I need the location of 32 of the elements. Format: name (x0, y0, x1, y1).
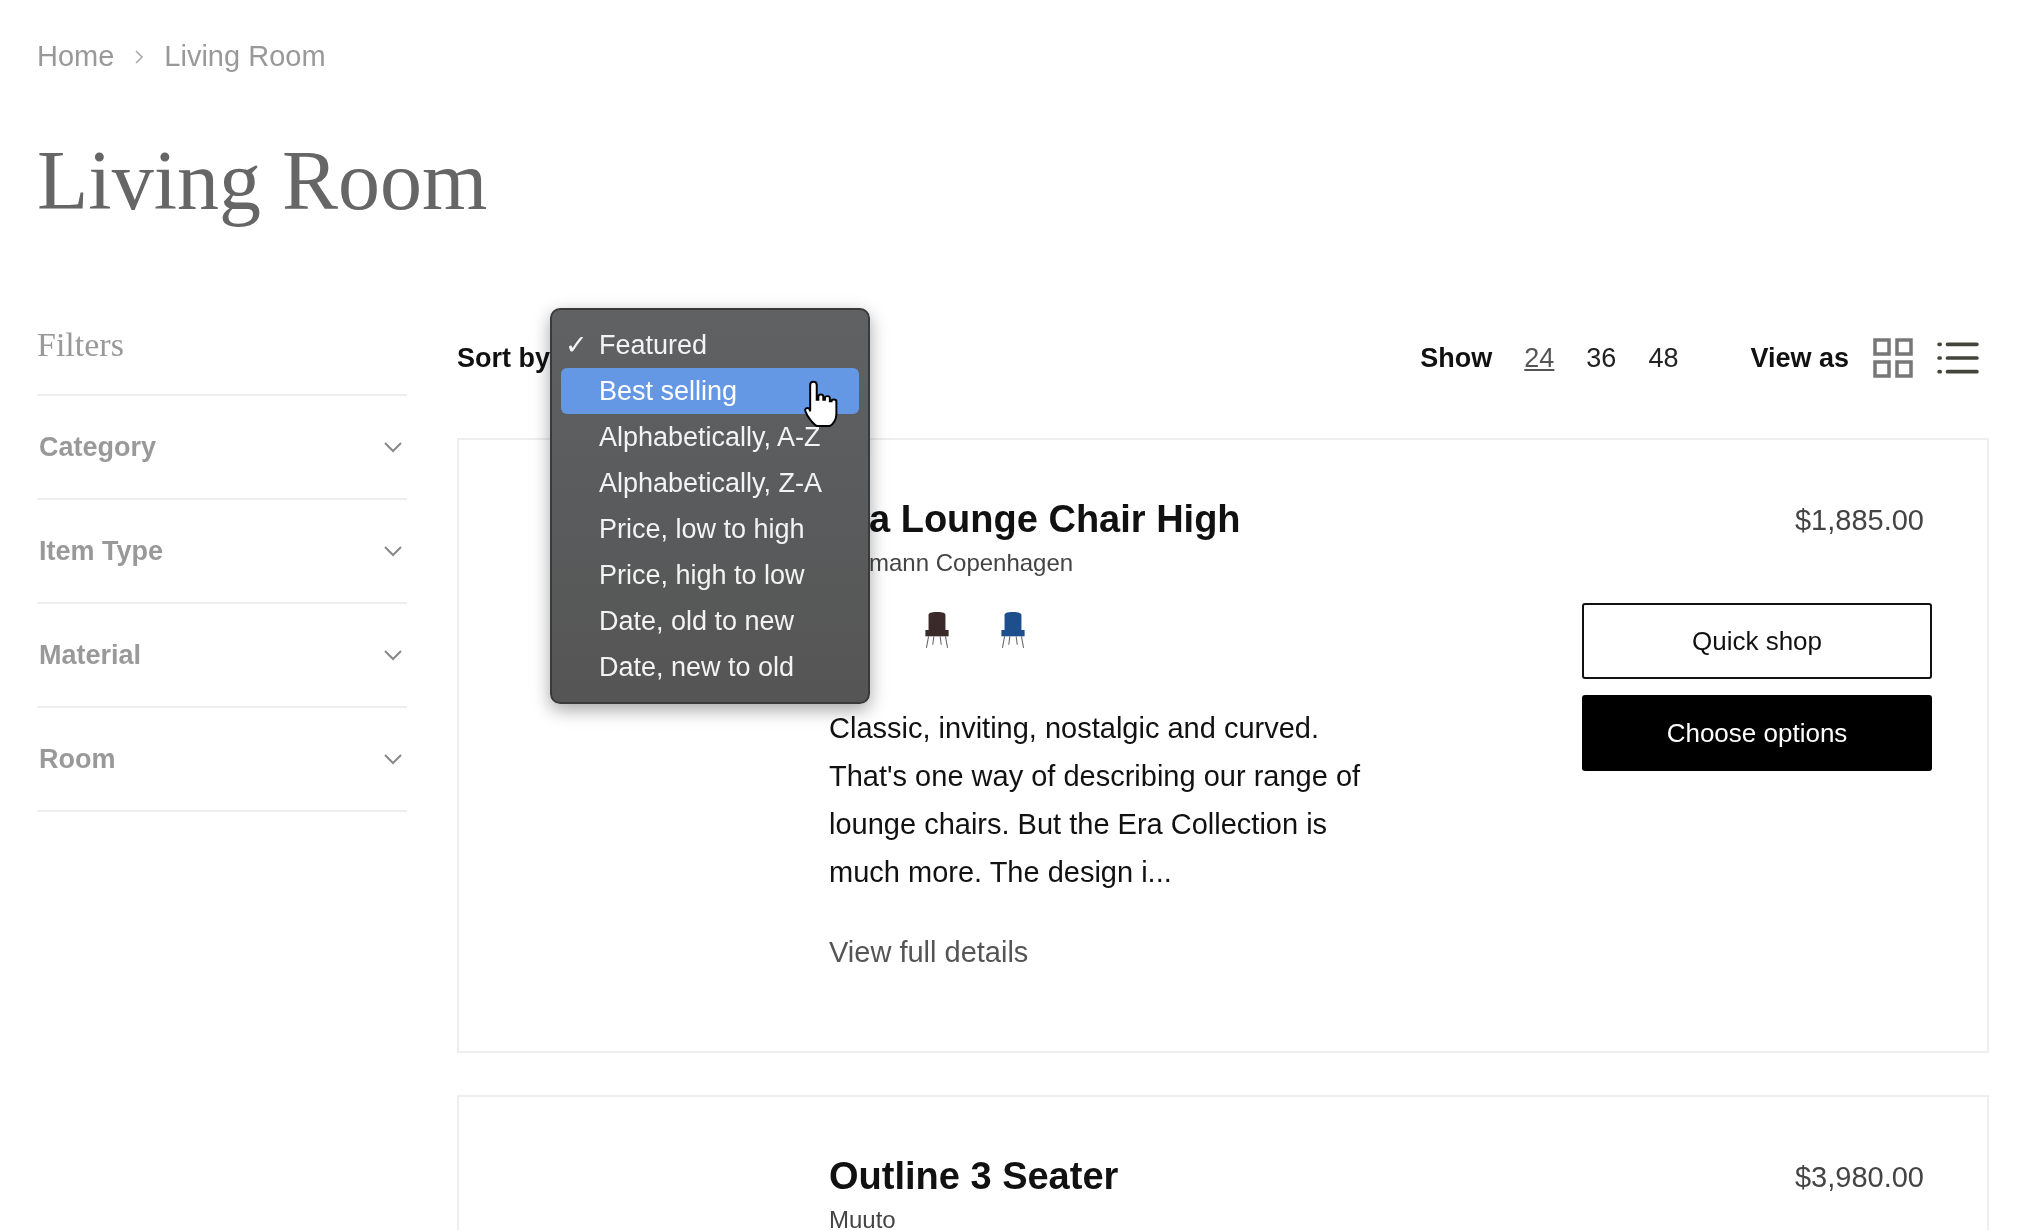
product-price: $3,980.00 (1794, 1161, 1924, 1195)
sort-label: Sort by (457, 342, 550, 374)
sort-option[interactable]: Alphabetically, Z-A (561, 459, 859, 506)
sort-option[interactable]: Date, old to new (561, 597, 859, 644)
product-price: $1,885.00 (1794, 504, 1924, 538)
chevron-icon (383, 545, 403, 558)
product-vendor: Muuto (829, 1206, 897, 1230)
view-details-link[interactable]: View full details (829, 936, 1582, 970)
sort-option[interactable]: Alphabetically, A-Z (561, 413, 859, 460)
list-view-icon[interactable] (1937, 341, 1979, 376)
chevron-icon (383, 649, 403, 662)
sort-option[interactable]: Date, new to old (561, 643, 859, 690)
product-vendor: mann Copenhagen (869, 549, 1075, 578)
product-title[interactable]: a Lounge Chair High (869, 498, 1582, 542)
filters-heading: Filters (37, 318, 407, 397)
page-size-link[interactable]: 24 (1524, 342, 1555, 374)
product-description: Classic, inviting, nostalgic and curved. That's one way of describing our range of lounge chairs. But the Era Collection is much more. The design i... (829, 711, 1362, 891)
page-size-link[interactable]: 36 (1586, 342, 1617, 374)
choose-options-button[interactable]: Choose options (1582, 695, 1932, 772)
show-label: Show (1420, 342, 1493, 374)
chevron-icon (383, 441, 403, 454)
quick-shop-button[interactable]: Quick shop (1582, 603, 1932, 680)
view-label: View as (1750, 342, 1849, 374)
chevron-icon (383, 753, 403, 766)
sort-option[interactable]: Price, low to high (561, 505, 859, 552)
grid-view-icon[interactable] (1873, 338, 1913, 379)
page-size-link[interactable]: 48 (1648, 342, 1679, 374)
sort-option[interactable]: ✓ Featured (561, 321, 859, 368)
chevron-icon (134, 49, 145, 64)
product-title[interactable]: Outline 3 Seater (829, 1155, 1582, 1199)
sort-option[interactable]: Price, high to low (561, 551, 859, 598)
page-title: Living Room (37, 135, 489, 228)
